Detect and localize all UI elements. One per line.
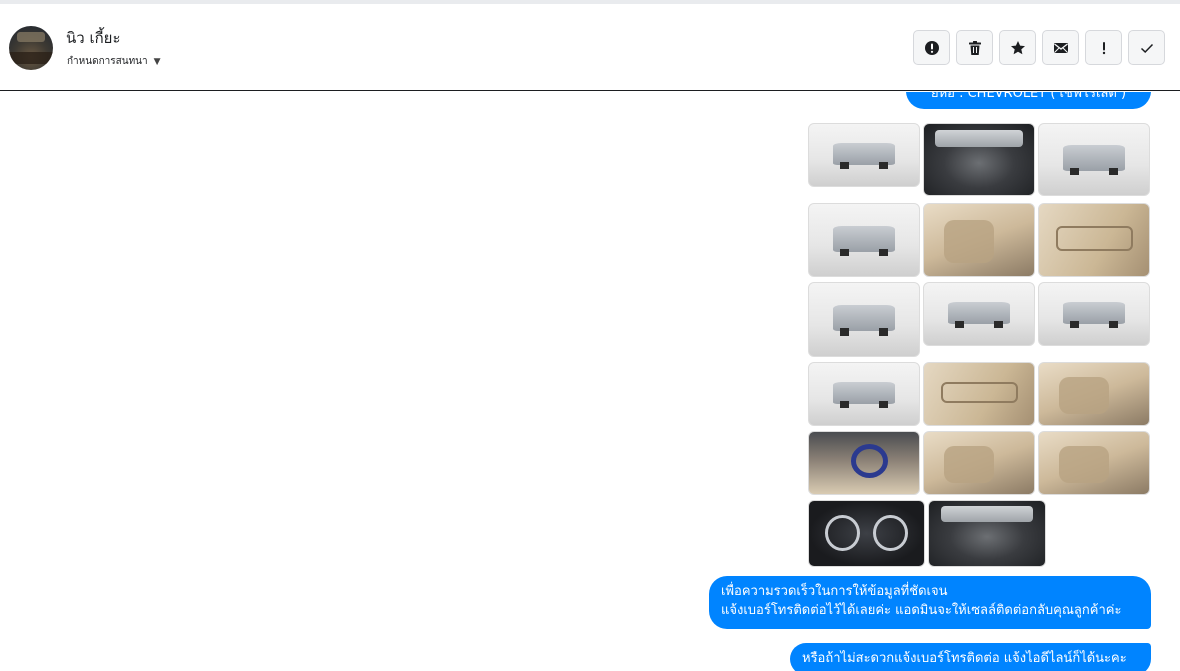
photo-thumbnail[interactable] xyxy=(808,203,920,277)
message-bubble-brand: ยี่ห้อ : CHEVROLET ( เชฟโรเลต ) xyxy=(906,92,1151,109)
message-bubble-info: เพื่อความรวดเร็วในการให้ข้อมูลที่ชัดเจน … xyxy=(709,576,1151,629)
photo-thumbnail[interactable] xyxy=(1038,362,1150,426)
report-button[interactable] xyxy=(913,30,950,65)
delete-button[interactable] xyxy=(956,30,993,65)
photo-thumbnail[interactable] xyxy=(1038,203,1150,277)
message-line: เพื่อความรวดเร็วในการให้ข้อมูลที่ชัดเจน xyxy=(721,584,948,599)
photo-thumbnail[interactable] xyxy=(923,282,1035,346)
header-actions xyxy=(913,30,1165,65)
photo-thumbnail[interactable] xyxy=(808,123,920,187)
contact-avatar[interactable] xyxy=(9,26,53,70)
alert-circle-icon xyxy=(924,40,939,55)
message-line: แจ้งเบอร์โทรติดต่อไว้ได้เลยค่ะ แอดมินจะใ… xyxy=(721,603,1122,618)
assign-conversation-label: กำหนดการสนทนา xyxy=(67,56,148,67)
star-button[interactable] xyxy=(999,30,1036,65)
exclamation-icon xyxy=(1102,41,1105,54)
envelope-icon xyxy=(1053,42,1068,53)
star-icon xyxy=(1010,40,1025,54)
photo-thumbnail[interactable] xyxy=(923,203,1035,277)
mark-unread-button[interactable] xyxy=(1042,30,1079,65)
done-button[interactable] xyxy=(1128,30,1165,65)
photo-thumbnail[interactable] xyxy=(808,500,925,567)
trash-icon xyxy=(968,40,981,55)
photo-thumbnail[interactable] xyxy=(1038,123,1150,196)
photo-thumbnail[interactable] xyxy=(808,362,920,426)
photo-thumbnail[interactable] xyxy=(808,431,920,495)
important-button[interactable] xyxy=(1085,30,1122,65)
checkmark-icon xyxy=(1140,43,1153,53)
assign-conversation-dropdown[interactable]: กำหนดการสนทนา ▼ xyxy=(67,54,161,69)
conversation-header: นิว เกี้ยะ กำหนดการสนทนา ▼ xyxy=(0,4,1180,91)
contact-name[interactable]: นิว เกี้ยะ xyxy=(66,26,121,50)
photo-thumbnail[interactable] xyxy=(928,500,1046,567)
message-bubble-line-id: หรือถ้าไม่สะดวกแจ้งเบอร์โทรติดต่อ แจ้งไอ… xyxy=(790,643,1151,671)
photo-thumbnail[interactable] xyxy=(923,431,1035,495)
photo-thumbnail[interactable] xyxy=(923,123,1035,196)
message-thread[interactable]: ยี่ห้อ : CHEVROLET ( เชฟโรเลต ) เพื่อควา… xyxy=(0,92,1180,671)
caret-down-icon: ▼ xyxy=(153,56,161,67)
photo-thumbnail[interactable] xyxy=(1038,282,1150,346)
photo-thumbnail[interactable] xyxy=(923,362,1035,426)
photo-thumbnail[interactable] xyxy=(808,282,920,357)
photo-thumbnail[interactable] xyxy=(1038,431,1150,495)
